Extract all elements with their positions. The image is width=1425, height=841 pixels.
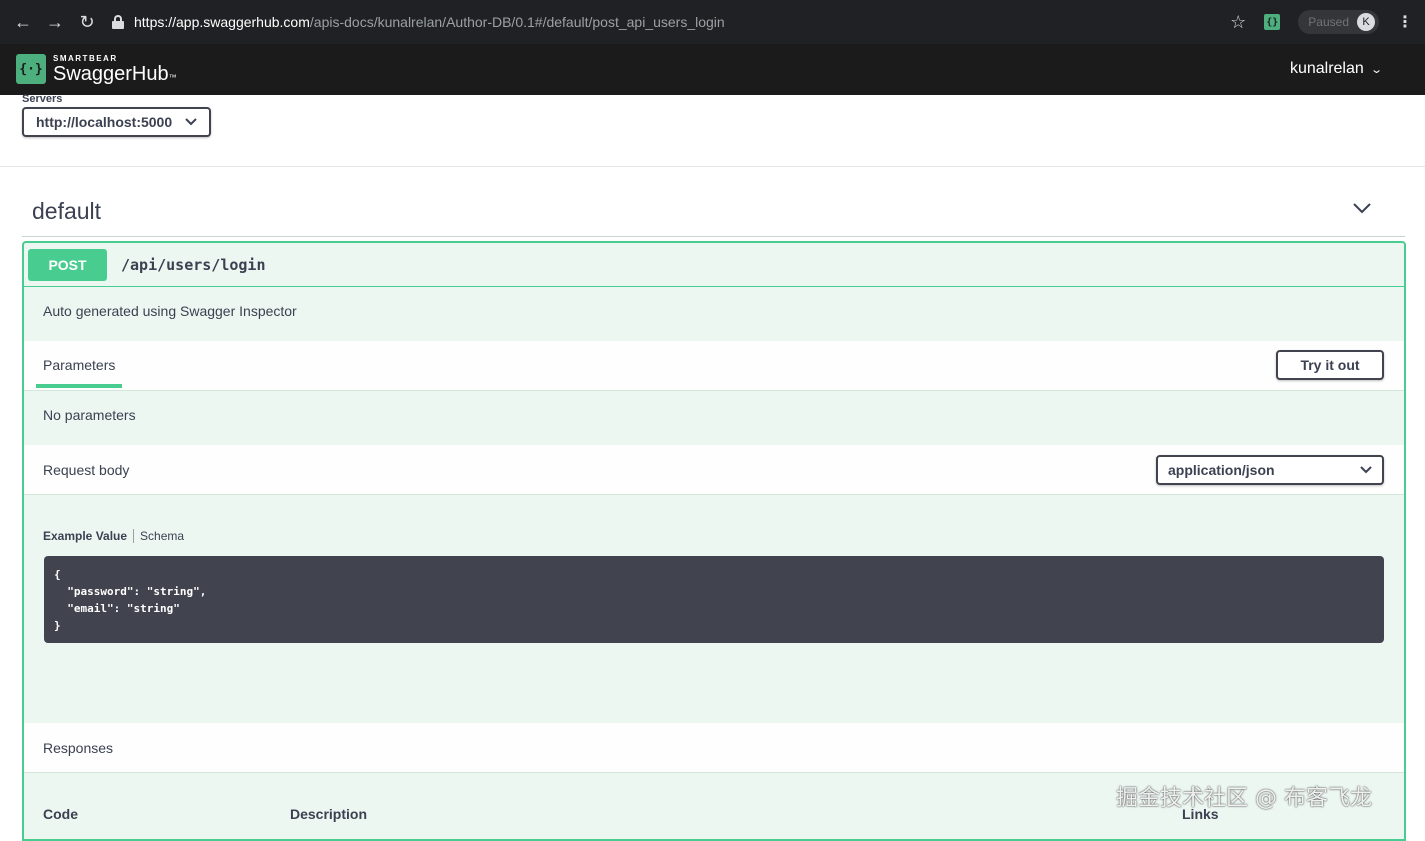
request-body-header: Request body application/json: [24, 445, 1404, 495]
operation-summary[interactable]: POST /api/users/login: [24, 243, 1404, 287]
lock-icon: [112, 15, 124, 29]
chevron-down-icon: ⌄: [1369, 63, 1383, 76]
chevron-down-icon[interactable]: [1350, 196, 1374, 220]
browser-toolbar: ← → ↻ https://app.swaggerhub.com/apis-do…: [0, 0, 1425, 44]
profile-paused-button[interactable]: Paused K: [1298, 10, 1379, 34]
code-line: }: [54, 619, 61, 632]
app-header: {·} SMARTBEAR SwaggerHub™ kunalrelan ⌄: [0, 44, 1425, 95]
tab-underline: [36, 384, 122, 388]
user-menu[interactable]: kunalrelan ⌄: [1289, 60, 1383, 78]
responses-header: Responses: [24, 723, 1404, 773]
tab-parameters[interactable]: Parameters: [43, 357, 115, 373]
code-line: "email": "string": [54, 602, 180, 615]
no-parameters-text: No parameters: [43, 407, 136, 423]
code-line: "password": "string",: [54, 585, 207, 598]
watermark: 掘金技术社区 @ 布客飞龙: [1116, 786, 1372, 811]
divider: [22, 236, 1405, 237]
tag-section-title[interactable]: default: [32, 198, 101, 225]
brand-suffix: ™: [168, 72, 177, 82]
reload-icon[interactable]: ↻: [76, 11, 98, 33]
tab-schema[interactable]: Schema: [134, 529, 184, 543]
divider: [0, 166, 1425, 167]
url-path: /apis-docs/kunalrelan/Author-DB/0.1#/def…: [309, 14, 725, 30]
menu-icon[interactable]: ⋮: [1397, 12, 1413, 32]
paused-label: Paused: [1308, 15, 1349, 29]
swaggerhub-logo[interactable]: {·} SMARTBEAR SwaggerHub™: [16, 54, 177, 84]
operation-block: POST /api/users/login Auto generated usi…: [22, 241, 1406, 841]
avatar: K: [1357, 13, 1375, 31]
servers-label: Servers: [22, 93, 63, 105]
content-type-value: application/json: [1168, 462, 1275, 478]
try-it-out-button[interactable]: Try it out: [1276, 350, 1384, 380]
parameters-header: Parameters Try it out: [24, 341, 1404, 391]
method-badge: POST: [28, 248, 107, 281]
swaggerhub-logo-icon: {·}: [16, 54, 46, 84]
operation-description: Auto generated using Swagger Inspector: [43, 303, 297, 319]
back-icon[interactable]: ←: [12, 11, 34, 33]
star-icon[interactable]: ☆: [1230, 12, 1246, 33]
brand-name: SwaggerHub: [53, 62, 169, 85]
content-type-select[interactable]: application/json: [1156, 455, 1384, 485]
code-line: {: [54, 568, 61, 581]
column-header-description: Description: [290, 806, 368, 822]
example-code-block: { "password": "string", "email": "string…: [44, 556, 1384, 643]
responses-title: Responses: [43, 740, 114, 756]
servers-select[interactable]: http://localhost:5000: [22, 107, 211, 137]
servers-selected-value: http://localhost:5000: [36, 114, 173, 130]
request-body-title: Request body: [43, 462, 130, 478]
tab-example-value[interactable]: Example Value: [43, 529, 135, 543]
operation-path: /api/users/login: [121, 255, 266, 274]
url-host: https://app.swaggerhub.com: [134, 14, 310, 30]
chevron-down-icon: [1360, 466, 1372, 474]
address-bar[interactable]: https://app.swaggerhub.com/apis-docs/kun…: [112, 9, 1242, 35]
model-tabs: Example Value Schema: [43, 529, 184, 543]
brand-small: SMARTBEAR: [53, 53, 118, 63]
forward-icon[interactable]: →: [44, 11, 66, 33]
column-header-code: Code: [43, 806, 78, 822]
extension-icon[interactable]: {}: [1264, 14, 1281, 30]
username: kunalrelan: [1289, 60, 1364, 77]
chevron-down-icon: [185, 118, 197, 126]
